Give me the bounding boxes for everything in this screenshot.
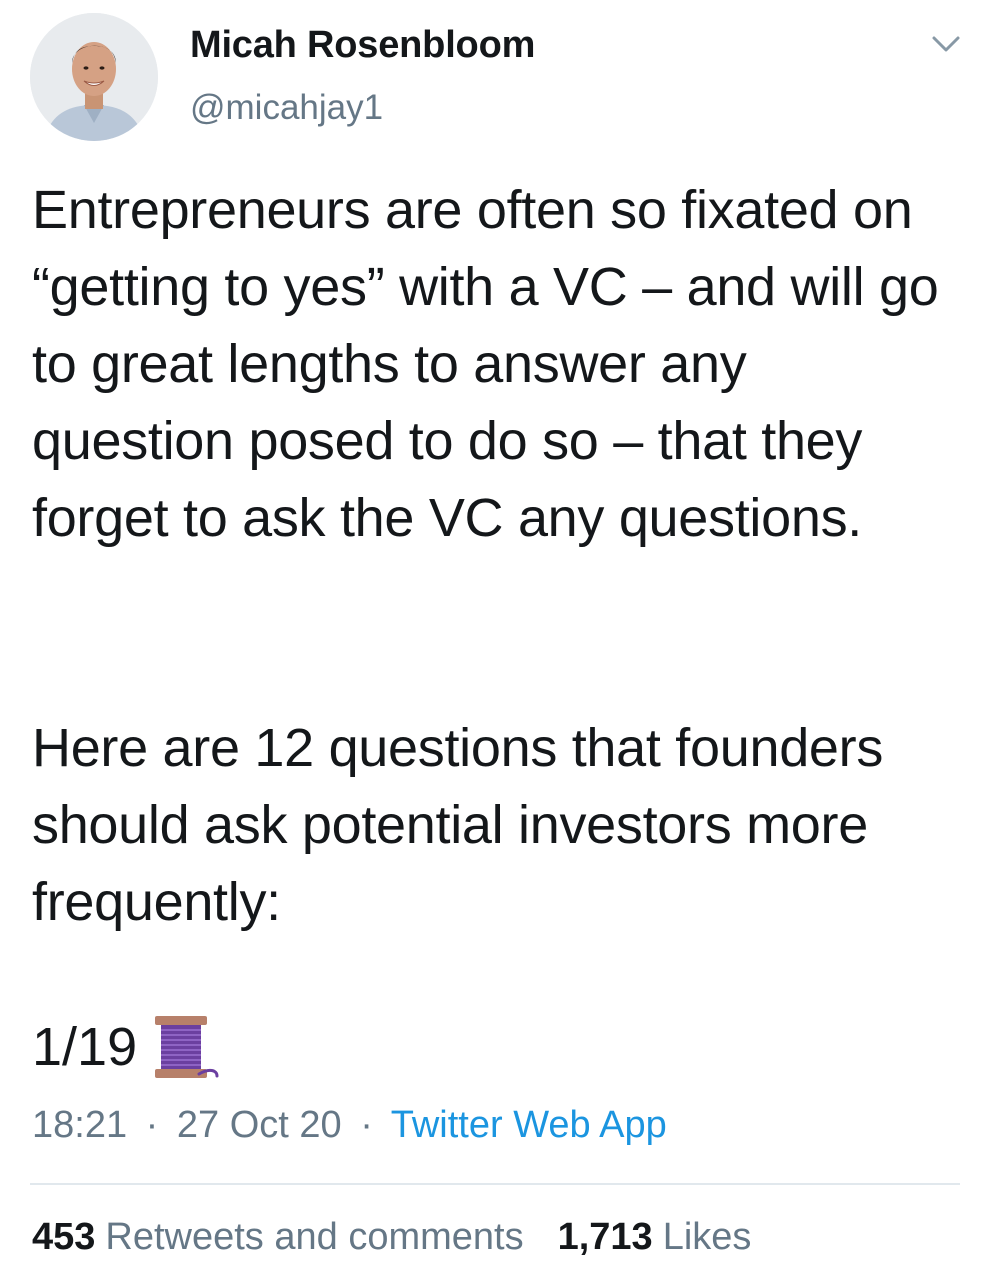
tweet-text: Entrepreneurs are often so fixated on “g… [32,172,962,557]
likes-count: 1,713 [557,1216,653,1258]
author-name[interactable]: Micah Rosenbloom [190,24,535,67]
retweets-label: Retweets and comments [105,1216,524,1258]
spool-icon [151,1012,223,1082]
retweets-count: 453 [32,1216,96,1258]
avatar[interactable] [30,13,158,141]
thread-counter-text: 1/19 [32,1017,138,1077]
meta-separator: · [360,1104,373,1146]
tweet-stats: 453 Retweets and comments 1,713 Likes [32,1216,785,1259]
tweet-source-link[interactable]: Twitter Web App [391,1104,667,1146]
tweet-paragraph: Here are 12 questions that founders shou… [32,718,884,932]
tweet-date[interactable]: 27 Oct 20 [177,1104,342,1146]
meta-separator: · [145,1104,159,1146]
tweet-time[interactable]: 18:21 [32,1104,127,1146]
retweets-stat[interactable]: 453 Retweets and comments [32,1216,524,1259]
tweet-paragraph: Entrepreneurs are often so fixated on “g… [32,180,939,548]
tweet-meta: 18:21 · 27 Oct 20 · Twitter Web App [32,1104,667,1147]
author-handle[interactable]: @micahjay1 [190,88,383,128]
tweet-card: Micah Rosenbloom @micahjay1 Entrepreneur… [0,0,990,1280]
likes-label: Likes [662,1216,752,1258]
chevron-down-icon[interactable] [926,28,966,60]
thread-counter: 1/19 [32,1012,223,1082]
likes-stat[interactable]: 1,713 Likes [558,1216,752,1259]
divider [30,1183,960,1185]
